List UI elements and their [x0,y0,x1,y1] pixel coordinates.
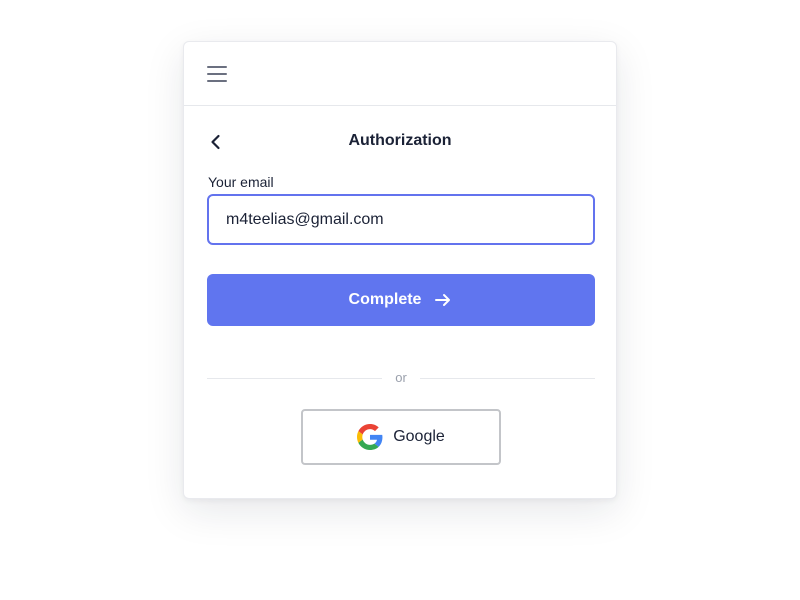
hamburger-menu-icon[interactable] [206,64,230,84]
email-label: Your email [208,174,274,190]
page-header: Authorization [184,126,616,158]
arrow-right-icon [435,294,451,306]
email-field[interactable] [207,194,595,245]
top-bar [184,42,616,106]
divider-line-right [420,378,595,379]
google-logo-icon [357,424,383,450]
google-login-button[interactable]: Google [301,409,501,465]
complete-button-label: Complete [348,291,422,308]
complete-button[interactable]: Complete [207,274,595,326]
page-title: Authorization [348,132,452,149]
google-button-label: Google [393,428,445,445]
auth-card: Authorization Your email Complete or Goo… [183,41,617,499]
or-divider: or [207,368,595,388]
